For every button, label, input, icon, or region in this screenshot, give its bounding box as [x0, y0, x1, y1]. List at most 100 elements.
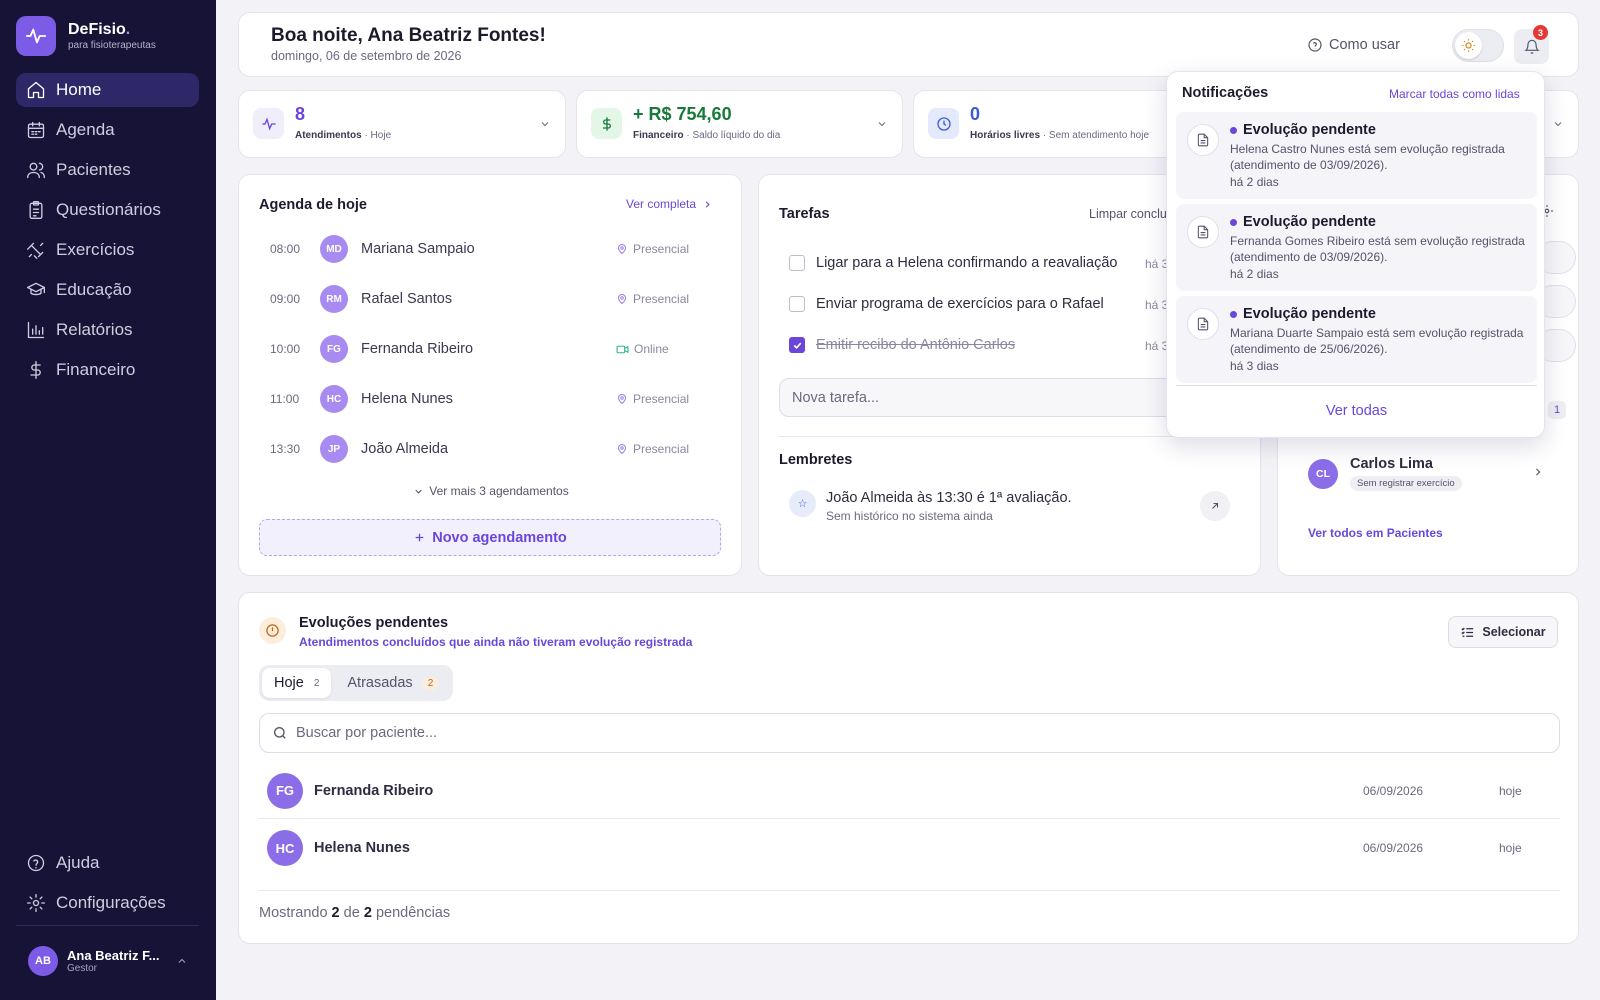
notification-item[interactable]: Evolução pendente Mariana Duarte Sampaio…: [1176, 296, 1537, 383]
avatar: MD: [320, 235, 348, 263]
nav-item-agenda[interactable]: Agenda: [16, 113, 199, 147]
map-pin-icon: [617, 294, 627, 305]
task-item[interactable]: Enviar programa de exercícios para o Raf…: [789, 296, 1104, 312]
help-circle-icon: [1308, 38, 1322, 52]
file-text-icon: [1187, 216, 1219, 248]
task-checkbox[interactable]: [789, 255, 805, 271]
appointment-row[interactable]: 11:00 HC Helena Nunes Presencial: [239, 381, 743, 417]
list-check-icon: [1461, 627, 1474, 637]
unread-dot: [1230, 126, 1237, 134]
nav-item-ajuda[interactable]: Ajuda: [16, 846, 199, 880]
avatar: CL: [1308, 458, 1338, 489]
nav-item-pacientes[interactable]: Pacientes: [16, 153, 199, 187]
appointment-row[interactable]: 09:00 RM Rafael Santos Presencial: [239, 281, 743, 317]
chevron-down-icon: [541, 122, 549, 127]
chevron-right-icon: [1536, 468, 1541, 476]
tab-atrasadas[interactable]: Atrasadas 2: [335, 668, 450, 698]
nav-item-financeiro[interactable]: Financeiro: [16, 353, 199, 387]
how-to-use-link[interactable]: Como usar: [1307, 37, 1400, 53]
task-age: há 3: [1145, 257, 1169, 271]
summary-total: 2: [363, 905, 372, 921]
notification-time: há 2 dias: [1230, 267, 1279, 281]
task-item[interactable]: Ligar para a Helena confirmando a reaval…: [789, 255, 1117, 271]
see-all-patients-link[interactable]: Ver todos em Pacientes: [1308, 526, 1443, 540]
evolution-when: hoje: [1499, 783, 1522, 798]
table-row[interactable]: HC Helena Nunes 06/09/2026 hoje: [259, 820, 1560, 876]
appointment-time: 09:00: [270, 292, 301, 306]
appointment-type-label: Presencial: [633, 242, 690, 256]
clock-icon: [928, 108, 959, 139]
nav-label: Ajuda: [56, 853, 100, 872]
nav-label: Agenda: [56, 120, 115, 139]
notifications-title: Notificações: [1182, 85, 1269, 101]
notification-time: há 2 dias: [1230, 175, 1279, 189]
appointment-patient: Rafael Santos: [361, 291, 453, 307]
page-header: Boa noite, Ana Beatriz Fontes! domingo, …: [238, 12, 1579, 77]
app-logo[interactable]: DeFisio. para fisioterapeutas: [16, 16, 156, 56]
tab-label: Atrasadas: [347, 675, 413, 691]
task-text: Enviar programa de exercícios para o Raf…: [816, 296, 1104, 312]
main-nav: Home Agenda Pacientes Questionários Exer…: [16, 73, 199, 393]
gear-icon: [27, 894, 45, 912]
show-more-appointments[interactable]: Ver mais 3 agendamentos: [239, 484, 743, 498]
nav-item-questionarios[interactable]: Questionários: [16, 193, 199, 227]
notification-body: Fernanda Gomes Ribeiro está sem evolução…: [1230, 234, 1525, 264]
chevron-right-icon: [705, 200, 710, 208]
select-button[interactable]: Selecionar: [1448, 616, 1558, 648]
nav-label: Questionários: [56, 200, 161, 219]
notification-item[interactable]: Evolução pendente Fernanda Gomes Ribeiro…: [1176, 204, 1537, 291]
appointment-time: 10:00: [270, 342, 301, 356]
appointment-type-label: Presencial: [633, 292, 690, 306]
nav-item-educacao[interactable]: Educação: [16, 273, 199, 307]
notification-body: Helena Castro Nunes está sem evolução re…: [1230, 142, 1505, 172]
task-age: há 3: [1145, 298, 1169, 312]
appointment-type: Presencial: [616, 392, 689, 406]
pagination-summary: Mostrando 2 de 2 pendências: [259, 905, 450, 921]
nav-item-relatorios[interactable]: Relatórios: [16, 313, 199, 347]
table-row[interactable]: FG Fernanda Ribeiro 06/09/2026 hoje: [259, 763, 1560, 819]
agenda-card: Agenda de hoje Ver completa 08:00 MD Mar…: [238, 174, 742, 576]
nav-item-exercicios[interactable]: Exercícios: [16, 233, 199, 267]
stat-label: Horários livres · Sem atendimento hoje: [970, 130, 1149, 141]
patient-item[interactable]: CL Carlos Lima Sem registrar exercício: [1308, 456, 1462, 491]
appointment-row[interactable]: 13:30 JP João Almeida Presencial: [239, 431, 743, 467]
theme-toggle[interactable]: [1452, 29, 1504, 62]
file-text-icon: [1187, 124, 1219, 156]
notification-item[interactable]: Evolução pendente Helena Castro Nunes es…: [1176, 112, 1537, 199]
unread-dot: [1230, 218, 1237, 226]
task-checkbox[interactable]: [789, 296, 805, 312]
clear-completed-button[interactable]: Limpar conclu: [1089, 207, 1167, 221]
tab-hoje[interactable]: Hoje 2: [262, 668, 332, 698]
new-appointment-button[interactable]: Novo agendamento: [259, 519, 721, 556]
greeting: Boa noite, Ana Beatriz Fontes!: [271, 25, 546, 46]
open-reminder-button[interactable]: [1200, 491, 1230, 521]
nav-item-home[interactable]: Home: [16, 73, 199, 107]
patient-search-input[interactable]: Buscar por paciente...: [259, 713, 1560, 753]
avatar: HC: [267, 830, 303, 866]
notification-body: Mariana Duarte Sampaio está sem evolução…: [1230, 326, 1524, 356]
appointment-row[interactable]: 08:00 MD Mariana Sampaio Presencial: [239, 231, 743, 267]
stat-card-appointments[interactable]: 8 Atendimentos · Hoje: [238, 90, 566, 158]
user-menu[interactable]: AB Ana Beatriz F... Gestor: [28, 946, 188, 976]
appointment-row[interactable]: 10:00 FG Fernanda Ribeiro Online: [239, 331, 743, 367]
task-checkbox[interactable]: [789, 337, 805, 353]
show-more-label: Ver mais 3 agendamentos: [429, 484, 569, 498]
dollar-icon: [591, 108, 622, 139]
video-icon: [616, 345, 629, 353]
stat-title: Atendimentos: [295, 130, 362, 141]
see-all-notifications-link[interactable]: Ver todas: [1167, 403, 1546, 419]
stat-card-financial[interactable]: + R$ 754,60 Financeiro · Saldo líquido d…: [576, 90, 903, 158]
nav-label: Exercícios: [56, 240, 135, 259]
select-label: Selecionar: [1482, 625, 1546, 639]
task-item[interactable]: Emitir recibo do Antônio Carlos: [789, 337, 1015, 353]
see-full-agenda-link[interactable]: Ver completa: [626, 197, 713, 211]
nav-item-configuracoes[interactable]: Configurações: [16, 886, 199, 920]
users-icon: [27, 162, 45, 179]
search-icon: [274, 727, 286, 739]
stat-title: Horários livres: [970, 130, 1041, 141]
see-full-label: Ver completa: [626, 197, 697, 211]
agenda-title: Agenda de hoje: [259, 197, 367, 213]
sidebar-bottom-nav: Ajuda Configurações: [16, 846, 199, 926]
mark-all-read-button[interactable]: Marcar todas como lidas: [1389, 87, 1520, 101]
stat-subtitle: · Saldo líquido do dia: [686, 130, 781, 141]
